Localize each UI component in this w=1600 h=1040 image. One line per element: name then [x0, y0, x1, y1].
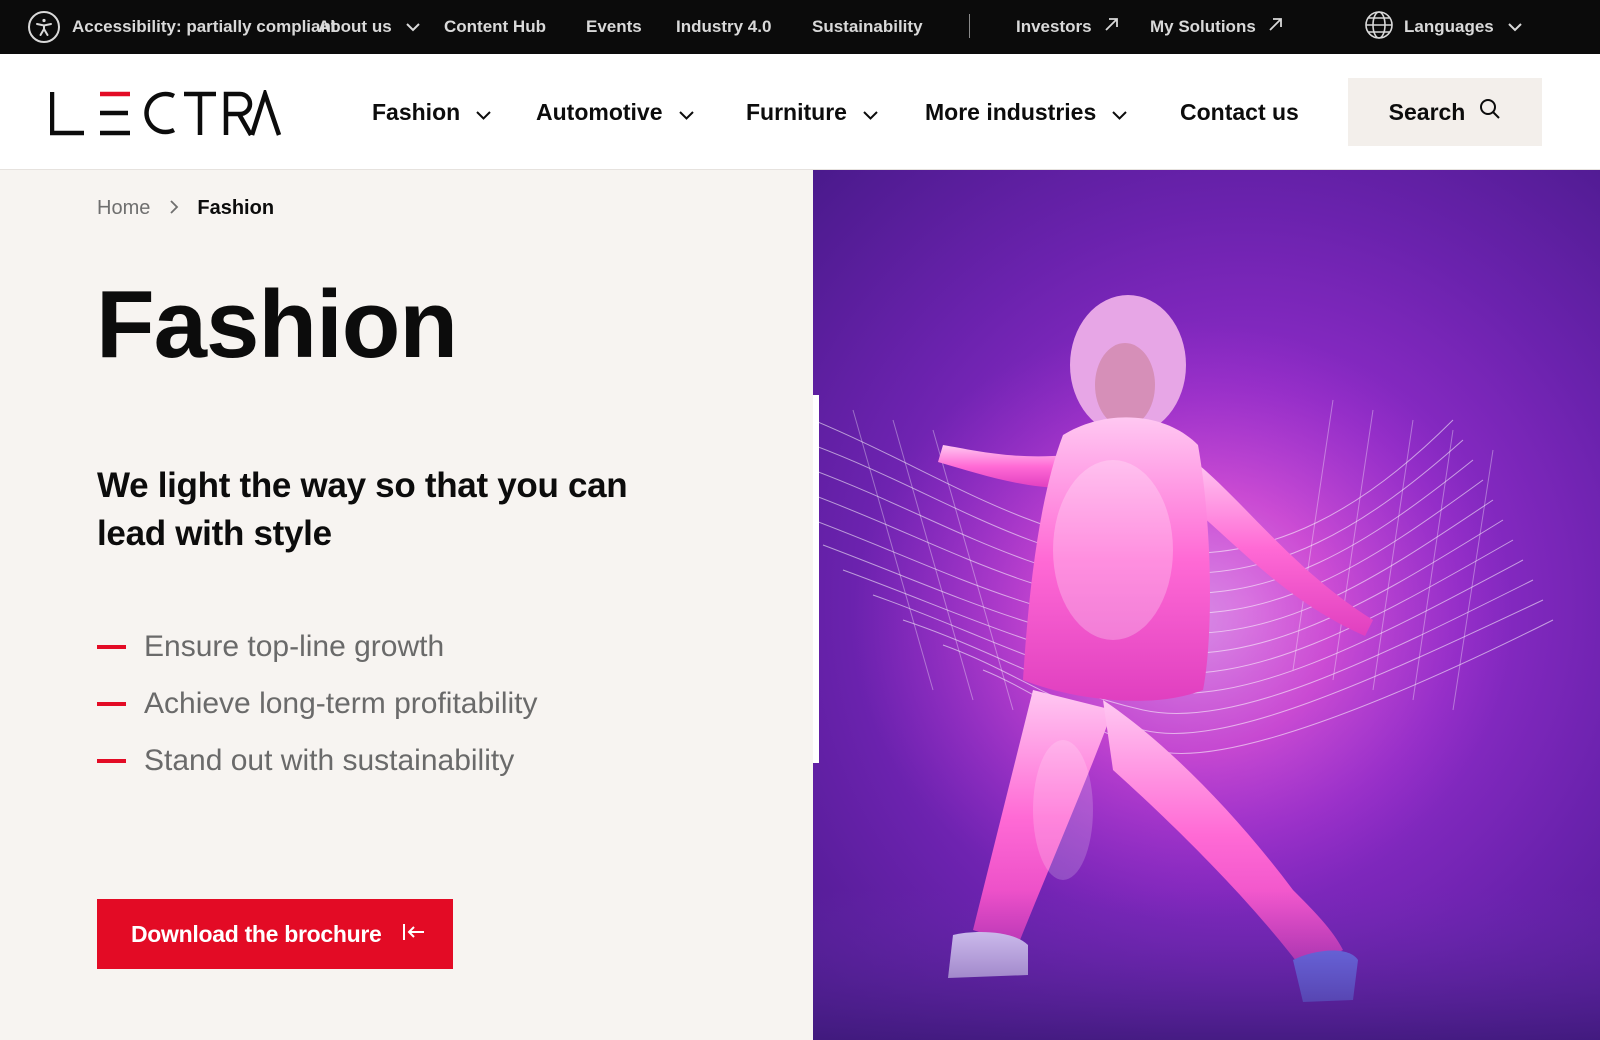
chevron-down-icon	[863, 99, 878, 126]
topbar-about-us[interactable]: About us	[318, 0, 420, 54]
globe-icon	[1364, 10, 1394, 45]
list-item: Ensure top-line growth	[97, 618, 538, 675]
nav-more-industries[interactable]: More industries	[925, 54, 1127, 170]
breadcrumb-current: Fashion	[197, 196, 275, 219]
list-item: Achieve long-term profitability	[97, 675, 538, 732]
nav-contact-label: Contact us	[1180, 98, 1299, 125]
red-dash-icon	[97, 758, 126, 763]
benefit-list: Ensure top-line growth Achieve long-term…	[97, 618, 538, 789]
main-header: Fashion Automotive Furniture More indust…	[0, 54, 1600, 170]
chevron-down-icon	[678, 99, 694, 126]
list-item: Stand out with sustainability	[97, 732, 538, 789]
nav-furniture-label: Furniture	[746, 98, 847, 125]
breadcrumb: Home Fashion	[97, 193, 274, 223]
download-brochure-label: Download the brochure	[131, 920, 382, 947]
events-label: Events	[586, 17, 642, 36]
content-hub-label: Content Hub	[444, 17, 546, 36]
red-dash-icon	[97, 644, 126, 649]
page-title: Fashion	[96, 271, 458, 378]
industry-label: Industry 4.0	[676, 17, 772, 36]
download-brochure-button[interactable]: Download the brochure	[97, 899, 453, 969]
search-button[interactable]: Search	[1348, 78, 1542, 146]
nav-automotive[interactable]: Automotive	[536, 54, 694, 170]
benefit-text: Achieve long-term profitability	[144, 686, 538, 720]
chevron-down-icon	[1508, 17, 1522, 37]
investors-label: Investors	[1016, 17, 1092, 36]
languages-selector[interactable]: Languages	[1364, 0, 1522, 54]
nav-contact-us[interactable]: Contact us	[1180, 54, 1299, 170]
search-label: Search	[1388, 98, 1466, 125]
languages-label: Languages	[1404, 17, 1494, 36]
nav-fashion[interactable]: Fashion	[372, 54, 491, 170]
topbar-content-hub[interactable]: Content Hub	[444, 0, 546, 54]
accessibility-icon	[28, 11, 60, 43]
topbar-investors[interactable]: Investors	[1016, 0, 1119, 54]
topbar-divider	[969, 14, 970, 38]
hero-subtitle: We light the way so that you can lead wi…	[97, 466, 628, 553]
topbar-events[interactable]: Events	[586, 0, 642, 54]
lectra-logo[interactable]	[49, 86, 282, 137]
topbar-about-label: About us	[318, 17, 392, 36]
nav-furniture[interactable]: Furniture	[746, 54, 878, 170]
chevron-down-icon	[405, 17, 420, 37]
external-link-icon	[1104, 17, 1119, 37]
utility-bar: Accessibility: partially compliant About…	[0, 0, 1600, 54]
nav-fashion-label: Fashion	[372, 98, 461, 125]
hero-image	[813, 170, 1600, 1040]
topbar-sustainability[interactable]: Sustainability	[812, 0, 923, 54]
topbar-my-solutions[interactable]: My Solutions	[1150, 0, 1283, 54]
nav-more-label: More industries	[925, 98, 1097, 125]
my-solutions-label: My Solutions	[1150, 17, 1256, 36]
accessibility-link[interactable]: Accessibility: partially compliant	[28, 0, 337, 54]
red-dash-icon	[97, 701, 126, 706]
benefit-text: Ensure top-line growth	[144, 629, 445, 663]
chevron-down-icon	[476, 99, 491, 126]
download-icon	[382, 921, 426, 948]
search-icon	[1465, 98, 1501, 126]
accessibility-label: Accessibility: partially compliant	[72, 17, 337, 36]
chevron-down-icon	[1112, 99, 1127, 126]
nav-automotive-label: Automotive	[536, 98, 663, 125]
image-edge-indicator	[813, 395, 819, 763]
chevron-right-icon	[170, 197, 179, 220]
sustainability-label: Sustainability	[812, 17, 923, 36]
topbar-industry[interactable]: Industry 4.0	[676, 0, 771, 54]
benefit-text: Stand out with sustainability	[144, 743, 515, 777]
breadcrumb-home[interactable]: Home	[97, 197, 150, 220]
external-link-icon	[1268, 17, 1283, 37]
